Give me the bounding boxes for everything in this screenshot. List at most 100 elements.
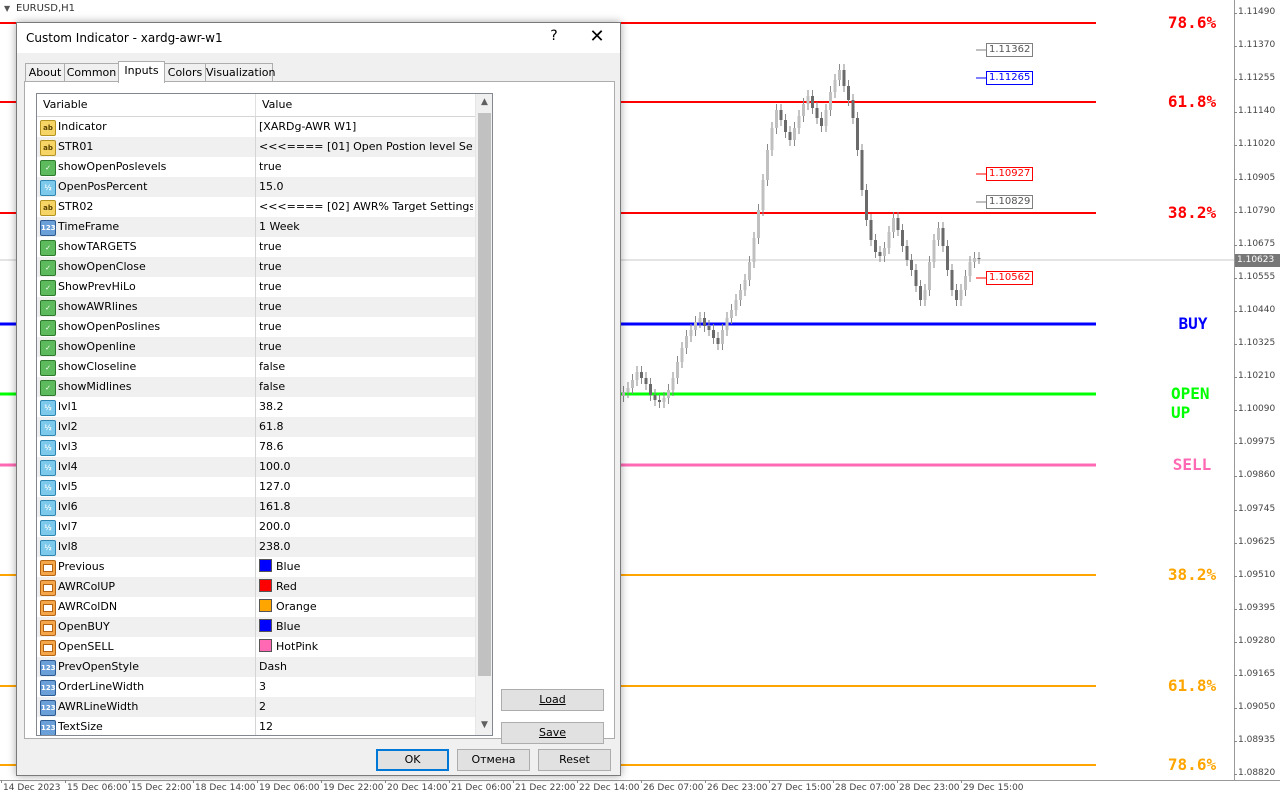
input-row[interactable]: ✓ showAWRlines true [37,297,475,318]
cancel-button[interactable]: Отмена [457,749,530,771]
value-cell[interactable]: 78.6 [259,437,473,457]
input-row[interactable]: OpenSELL HotPink [37,637,475,658]
column-header-variable[interactable]: Variable [37,94,255,116]
input-row[interactable]: ✓ showOpenline true [37,337,475,358]
input-row[interactable]: AWRColUP Red [37,577,475,598]
bool-icon: ✓ [40,360,56,376]
variable-cell: ✓ showOpenClose [37,257,256,277]
variable-cell: ✓ showTARGETS [37,237,256,257]
price-tick-label: 1.09165 [1233,669,1276,679]
chart-menu-arrow-icon[interactable]: ▼ [4,4,10,13]
level-label: SELL [1172,455,1212,474]
input-row[interactable]: ✓ showOpenClose true [37,257,475,278]
input-row[interactable]: ½ OpenPosPercent 15.0 [37,177,475,198]
value-cell[interactable]: 3 [259,677,473,697]
value-cell[interactable]: true [259,297,473,317]
value-cell[interactable]: Blue [259,617,473,637]
column-header-value[interactable]: Value [256,94,474,116]
input-row[interactable]: ab STR02 <<<==== [02] AWR% Target Settings… [37,197,475,218]
value-cell[interactable]: 238.0 [259,537,473,557]
input-row[interactable]: AWRColDN Orange [37,597,475,618]
variable-name: lvl3 [58,440,78,453]
tab-about[interactable]: About [25,63,65,82]
tab-colors[interactable]: Colors [164,63,206,82]
load-button[interactable]: Load [501,689,604,711]
scroll-down-icon[interactable]: ▼ [476,717,492,734]
value-cell[interactable]: Red [259,577,473,597]
input-row[interactable]: ✓ ShowPrevHiLo true [37,277,475,298]
input-row[interactable]: ✓ showMidlines false [37,377,475,398]
double-icon: ½ [40,500,56,516]
value-cell[interactable]: true [259,237,473,257]
input-row[interactable]: 123 AWRLineWidth 2 [37,697,475,718]
value-cell[interactable]: 161.8 [259,497,473,517]
value-cell[interactable]: 38.2 [259,397,473,417]
time-tick-label: 20 Dec 14:00 [385,780,448,793]
value-cell[interactable]: [XARDg-AWR W1] [259,117,473,137]
value-cell[interactable]: <<<==== [01] Open Postion level Settings… [259,137,473,157]
input-row[interactable]: 123 OrderLineWidth 3 [37,677,475,698]
input-row[interactable]: ½ lvl8 238.0 [37,537,475,558]
price-label-box: 1.11265 [986,71,1034,85]
time-tick-label: 28 Dec 07:00 [833,780,896,793]
value-cell[interactable]: true [259,157,473,177]
save-button[interactable]: Save [501,722,604,744]
input-row[interactable]: ½ lvl4 100.0 [37,457,475,478]
value-cell[interactable]: true [259,277,473,297]
input-row[interactable]: 123 PrevOpenStyle Dash [37,657,475,678]
value-cell[interactable]: Orange [259,597,473,617]
value-cell[interactable]: HotPink [259,637,473,657]
input-row[interactable]: ✓ showCloseline false [37,357,475,378]
tab-visualization[interactable]: Visualization [205,63,275,82]
value-cell[interactable]: Dash [259,657,473,677]
value-cell[interactable]: 15.0 [259,177,473,197]
dialog-title: Custom Indicator - xardg-awr-w1 [26,31,223,45]
variable-cell: OpenBUY [37,617,256,637]
input-row[interactable]: Previous Blue [37,557,475,578]
value-cell[interactable]: 200.0 [259,517,473,537]
input-row[interactable]: ✓ showTARGETS true [37,237,475,258]
dialog-titlebar[interactable]: Custom Indicator - xardg-awr-w1 ? ✕ [17,23,620,53]
input-row[interactable]: ½ lvl1 38.2 [37,397,475,418]
value-cell[interactable]: 12 [259,717,473,735]
value-cell[interactable]: true [259,337,473,357]
help-button[interactable]: ? [544,28,564,44]
input-row[interactable]: ½ lvl5 127.0 [37,477,475,498]
input-row[interactable]: ✓ showOpenPoslevels true [37,157,475,178]
value-cell[interactable]: true [259,257,473,277]
value-cell[interactable]: 61.8 [259,417,473,437]
variable-cell: ab Indicator [37,117,256,137]
close-icon[interactable]: ✕ [585,26,609,47]
variable-value: 2 [259,700,266,713]
variable-cell: ½ OpenPosPercent [37,177,256,197]
value-cell[interactable]: 1 Week [259,217,473,237]
value-cell[interactable]: 100.0 [259,457,473,477]
variable-cell: OpenSELL [37,637,256,657]
tab-common[interactable]: Common [64,63,119,82]
value-cell[interactable]: false [259,357,473,377]
input-row[interactable]: ✓ showOpenPoslines true [37,317,475,338]
input-row[interactable]: ab STR01 <<<==== [01] Open Postion level S… [37,137,475,158]
input-row[interactable]: OpenBUY Blue [37,617,475,638]
scroll-thumb[interactable] [478,113,491,676]
input-row[interactable]: ½ lvl7 200.0 [37,517,475,538]
value-cell[interactable]: false [259,377,473,397]
variable-name: OpenBUY [58,620,110,633]
input-row[interactable]: ab Indicator [XARDg-AWR W1] [37,117,475,138]
value-cell[interactable]: Blue [259,557,473,577]
tab-inputs[interactable]: Inputs [118,61,165,83]
reset-button[interactable]: Reset [538,749,611,771]
input-row[interactable]: ½ lvl3 78.6 [37,437,475,458]
value-cell[interactable]: true [259,317,473,337]
input-row[interactable]: 123 TextSize 12 [37,717,475,735]
vertical-scrollbar[interactable]: ▲ ▼ [475,94,492,735]
value-cell[interactable]: 2 [259,697,473,717]
chart-symbol-title: EURUSD,H1 [16,3,76,14]
ok-button[interactable]: OK [376,749,449,771]
input-row[interactable]: ½ lvl6 161.8 [37,497,475,518]
input-row[interactable]: 123 TimeFrame 1 Week [37,217,475,238]
value-cell[interactable]: <<<==== [02] AWR% Target Settings ====..… [259,197,473,217]
value-cell[interactable]: 127.0 [259,477,473,497]
input-row[interactable]: ½ lvl2 61.8 [37,417,475,438]
scroll-up-icon[interactable]: ▲ [476,94,492,111]
